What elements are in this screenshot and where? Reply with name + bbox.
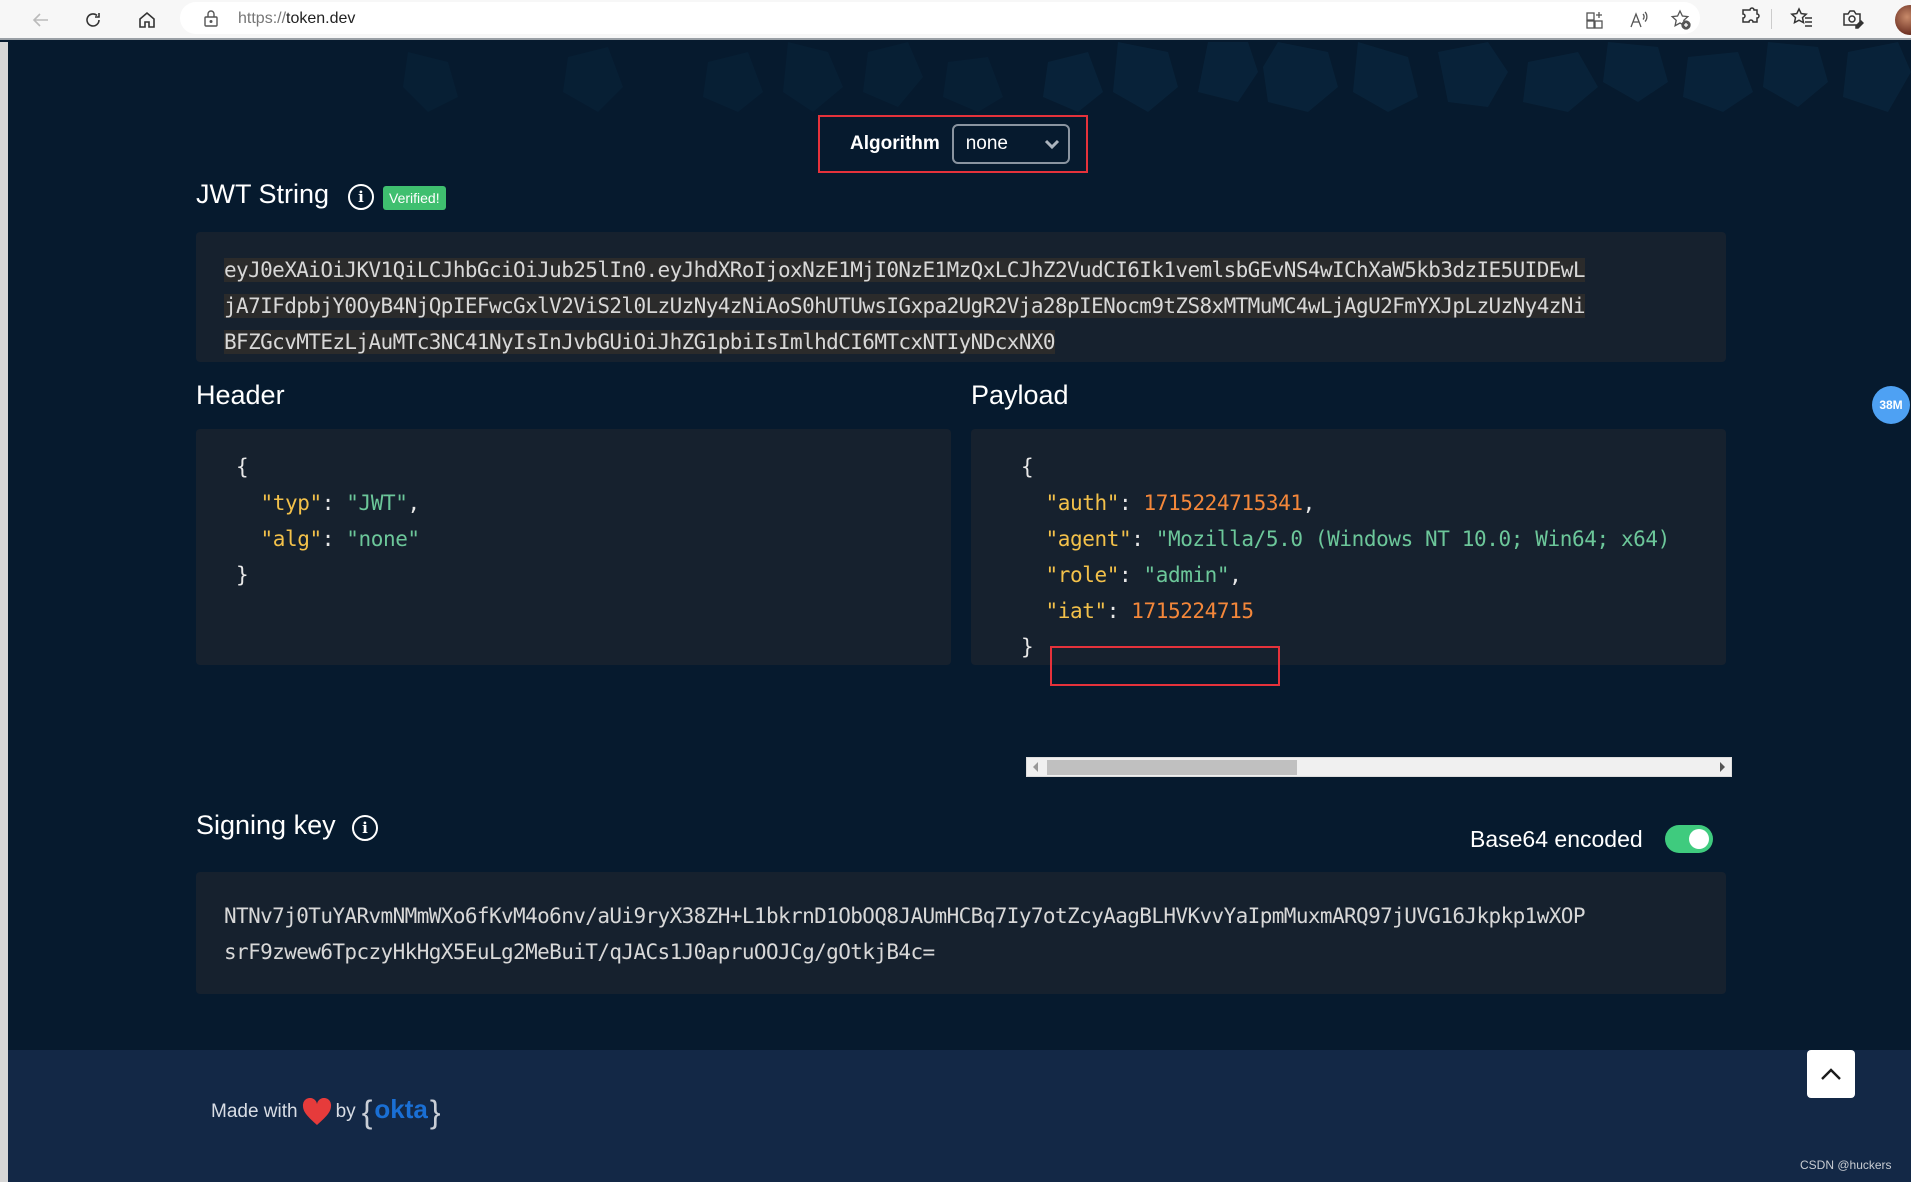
okta-wordmark: okta [374, 1094, 428, 1124]
window-edge [0, 42, 8, 1182]
url-scheme: https:// [238, 10, 287, 27]
json-value: 1715224715341 [1143, 491, 1303, 515]
json-key: "auth" [1045, 491, 1120, 515]
token-dev-page: Algorithm none JWT String i Verified! ey… [8, 42, 1911, 1182]
json-key: "iat" [1045, 599, 1108, 623]
open-brace: { [1021, 455, 1034, 479]
scrollbar-thumb[interactable] [1047, 760, 1297, 775]
chevron-down-icon [1044, 139, 1059, 150]
address-bar[interactable]: https://token.dev [180, 2, 1700, 34]
signing-key-line: srF9zwew6TpczyHkHgX5EuLg2MeBuiT/qJACs1J0… [224, 940, 935, 964]
scroll-to-top-button[interactable] [1807, 1050, 1855, 1098]
json-field: "iat": 1715224715 [1045, 599, 1255, 623]
payload-title: Payload [971, 380, 1069, 410]
jwt-line: eyJ0eXAiOiJKV1QiLCJhbGciOiJub25lIn0.eyJh… [224, 258, 1585, 282]
refresh-button[interactable] [78, 5, 108, 35]
verified-badge: Verified! [383, 186, 446, 210]
jwt-line: BFZGcvMTEzLjAuMTc3NC41NyIsInJvbGUiOiJhZG… [224, 330, 1056, 354]
scroll-left-arrow-icon[interactable] [1033, 762, 1038, 772]
open-brace: { [236, 455, 249, 479]
add-favorite-icon[interactable] [1670, 9, 1692, 31]
close-brace: } [236, 563, 249, 587]
json-value: "Mozilla/5.0 (Windows NT 10.0; Win64; x6… [1155, 527, 1671, 551]
home-icon [139, 11, 155, 28]
json-field: "auth": 1715224715341, [1045, 491, 1316, 515]
json-key: "typ" [260, 491, 323, 515]
algorithm-select[interactable]: none [951, 124, 1070, 164]
lock-icon [204, 10, 218, 27]
okta-logo[interactable]: {okta} [362, 1094, 441, 1129]
toggle-knob [1689, 829, 1709, 849]
header-json-editor[interactable]: { "typ": "JWT", "alg": "none" } [196, 429, 951, 665]
json-key: "role" [1045, 563, 1120, 587]
made-with-text: Made with [211, 1100, 298, 1122]
side-floating-badge[interactable]: 38M [1872, 386, 1910, 424]
watermark-text: CSDN @huckers [1800, 1158, 1892, 1172]
algorithm-label: Algorithm [850, 133, 940, 154]
header-title: Header [196, 380, 285, 410]
json-value: 1715224715 [1131, 599, 1254, 623]
heart-icon [302, 1097, 331, 1125]
back-button[interactable] [26, 5, 56, 35]
home-button[interactable] [132, 5, 162, 35]
collections-icon[interactable] [1840, 6, 1864, 30]
chevron-up-icon [1821, 1068, 1841, 1080]
info-icon[interactable]: i [352, 815, 378, 841]
jwt-string-editor[interactable]: eyJ0eXAiOiJKV1QiLCJhbGciOiJub25lIn0.eyJh… [196, 232, 1726, 362]
scroll-right-arrow-icon[interactable] [1720, 762, 1725, 772]
json-field: "agent": "Mozilla/5.0 (Windows NT 10.0; … [1045, 527, 1671, 551]
payload-json-editor[interactable]: { "auth": 1715224715341, "agent": "Mozil… [971, 429, 1726, 665]
payload-json: { "auth": 1715224715341, "agent": "Mozil… [1021, 449, 1670, 665]
extensions-icon[interactable] [1738, 6, 1762, 30]
base64-encoded-toggle[interactable] [1665, 825, 1713, 853]
info-icon[interactable]: i [348, 184, 374, 210]
json-field: "typ": "JWT", [260, 491, 421, 515]
arrow-left-icon [32, 13, 48, 27]
json-value: "none" [346, 527, 420, 551]
json-field: "alg": "none" [260, 527, 421, 551]
json-key: "agent" [1045, 527, 1132, 551]
signing-key-editor[interactable]: NTNv7j0TuYARvmNMmWXo6fKvM4o6nv/aUi9ryX38… [196, 872, 1726, 994]
favorites-icon[interactable] [1790, 6, 1814, 30]
algorithm-selected-value: none [965, 133, 1008, 154]
refresh-icon [86, 13, 100, 27]
payload-horizontal-scrollbar[interactable] [1026, 757, 1732, 777]
signing-key-line: NTNv7j0TuYARvmNMmWXo6fKvM4o6nv/aUi9ryX38… [224, 904, 1585, 928]
signing-key-title: Signing key [196, 810, 336, 840]
json-field: "role": "admin", [1045, 563, 1242, 587]
header-json: { "typ": "JWT", "alg": "none" } [236, 449, 420, 593]
toolbar-divider [1771, 9, 1772, 29]
hexagon-pattern-decoration [403, 42, 1911, 112]
jwt-string-title: JWT String [196, 179, 330, 209]
profile-avatar[interactable] [1895, 5, 1911, 35]
read-aloud-icon[interactable] [1628, 9, 1650, 31]
json-key: "alg" [260, 527, 323, 551]
json-value: "admin" [1143, 563, 1230, 587]
json-value: "JWT" [346, 491, 408, 515]
base64-encoded-label: Base64 encoded [1470, 826, 1643, 852]
by-text: by [335, 1100, 356, 1122]
close-brace: } [1021, 635, 1034, 659]
algorithm-highlight-box: Algorithm none [818, 115, 1088, 173]
made-with-okta: Made with by {okta} [211, 1094, 441, 1129]
url-host: token.dev [286, 10, 356, 27]
jwt-string-text[interactable]: eyJ0eXAiOiJKV1QiLCJhbGciOiJub25lIn0.eyJh… [224, 252, 1724, 360]
jwt-line: jA7IFdpbjY0OyB4NjQpIEFwcGxlV2ViS2l0LzUzN… [224, 294, 1585, 318]
url-text: https://token.dev [238, 10, 355, 28]
browser-toolbar: https://token.dev [0, 0, 1911, 40]
role-highlight-box [1050, 646, 1280, 686]
app-available-icon[interactable] [1584, 9, 1606, 31]
signing-key-text[interactable]: NTNv7j0TuYARvmNMmWXo6fKvM4o6nv/aUi9ryX38… [224, 898, 1724, 970]
